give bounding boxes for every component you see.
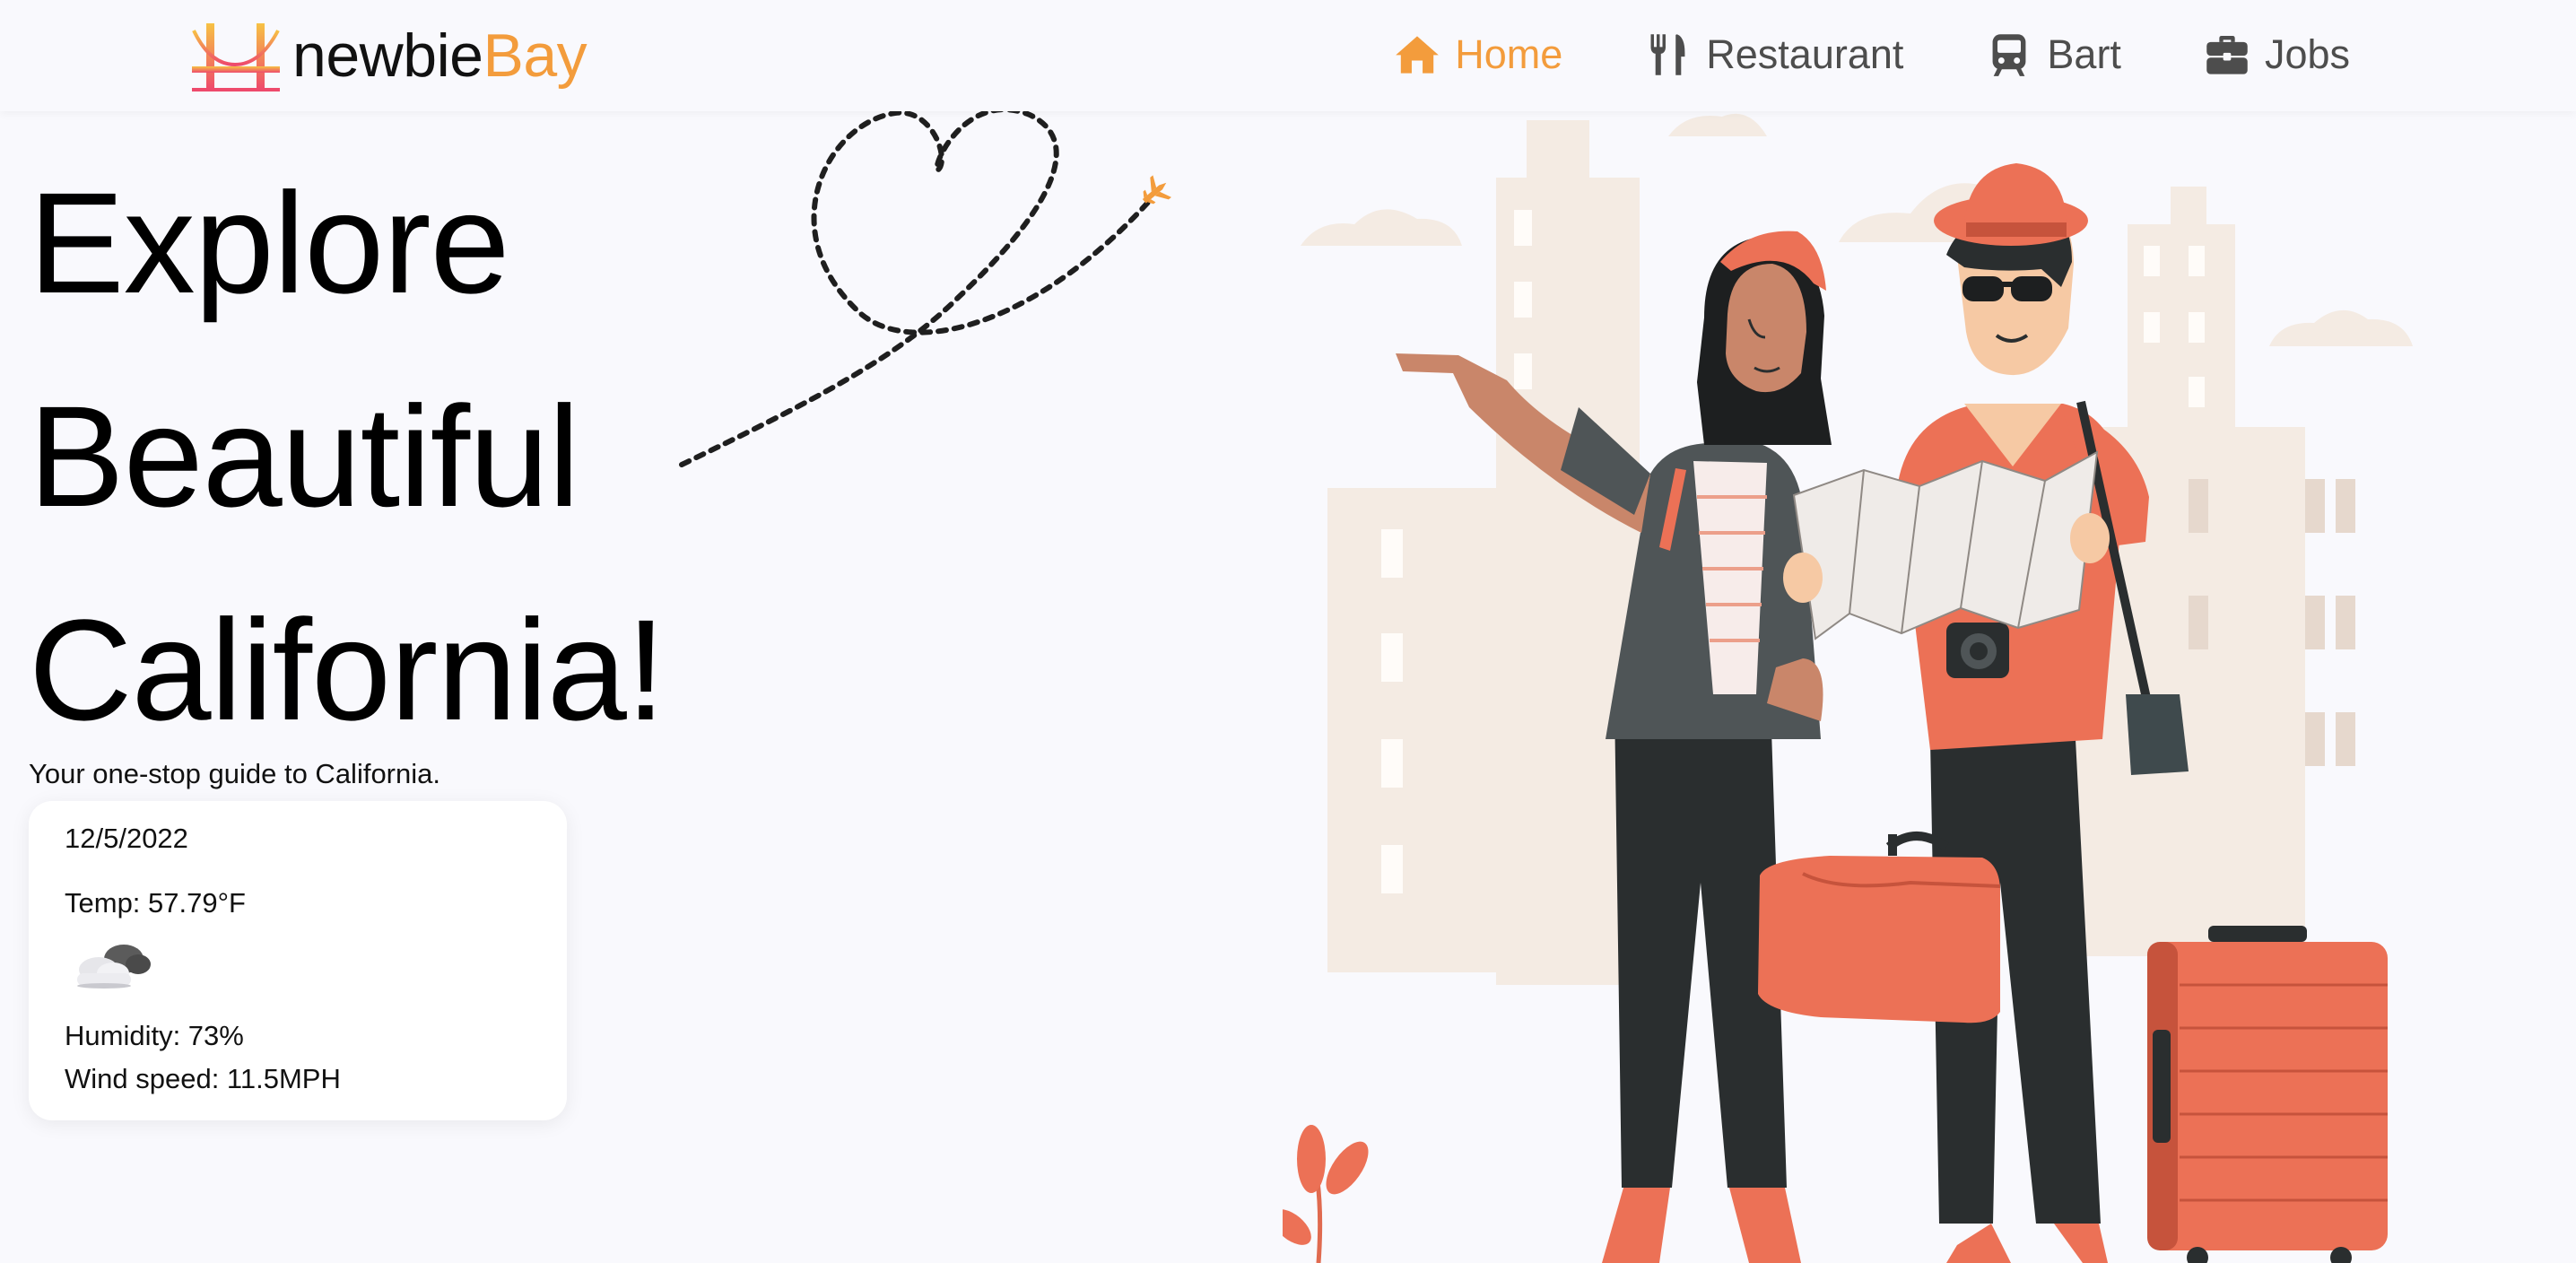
brand-name: newbieBay [292, 25, 587, 86]
nav-jobs[interactable]: Jobs [2204, 31, 2350, 78]
nav-restaurant-label: Restaurant [1706, 31, 1904, 77]
nav-bart-label: Bart [2047, 31, 2121, 77]
home-icon [1396, 36, 1440, 74]
cloudy-icon [77, 945, 151, 989]
main-nav: Home Restaurant Bart Jobs [1394, 23, 2350, 86]
weather-wind: Wind speed: 11.5MPH [65, 1063, 341, 1094]
utensils-icon [1650, 34, 1685, 75]
hero-title-line: Explore [29, 162, 510, 323]
suitcase-illustration [2147, 926, 2388, 1263]
map-illustration [1783, 450, 2110, 640]
brand-home-link[interactable]: newbieBay [192, 18, 587, 93]
weather-humidity: Humidity: 73% [65, 1020, 244, 1051]
tagline: Your one-stop guide to California. [29, 758, 440, 789]
briefcase-icon [2206, 35, 2248, 74]
travelers-illustration [1283, 113, 2413, 1263]
duffel-bag-illustration [1758, 832, 2001, 1023]
plant-illustration [1283, 1125, 1369, 1263]
golden-gate-bridge-icon [192, 23, 280, 91]
brand-name-part1: newbie [292, 22, 483, 90]
nav-restaurant[interactable]: Restaurant [1645, 31, 1903, 78]
weather-temp: Temp: 57.79°F [65, 887, 246, 919]
train-icon [1992, 34, 2026, 76]
nav-home-label: Home [1455, 31, 1563, 77]
nav-home[interactable]: Home [1394, 31, 1562, 78]
nav-jobs-label: Jobs [2264, 31, 2350, 77]
hero-title-line: Beautiful [29, 376, 580, 536]
hero-title: Explore Beautiful California! [29, 136, 666, 777]
hero-title-line: California! [29, 589, 666, 750]
navbar: newbieBay Home Restaurant Bart Jobs [0, 0, 2576, 111]
brand-name-part2: Bay [483, 22, 587, 90]
weather-date: 12/5/2022 [65, 823, 188, 854]
nav-bart[interactable]: Bart [1986, 31, 2121, 78]
weather-card: 12/5/2022 Temp: 57.79°F Humidity: 73% Wi… [29, 801, 567, 1120]
flight-path-illustration [679, 107, 1171, 467]
